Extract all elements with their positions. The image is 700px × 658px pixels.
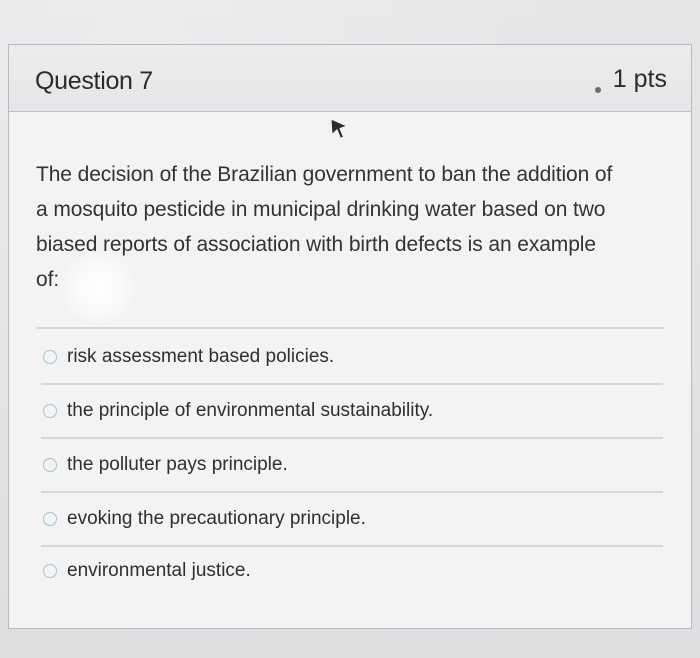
question-text-line: The decision of the Brazilian government… [36, 163, 613, 186]
answer-divider [41, 383, 663, 385]
answers-top-divider [36, 327, 664, 329]
answer-option[interactable]: the principle of environmental sustainab… [43, 396, 433, 426]
radio-button-icon[interactable] [43, 350, 57, 364]
dot-icon [595, 87, 601, 93]
answer-option-label[interactable]: evoking the precautionary principle. [67, 508, 366, 530]
screen-glare [59, 253, 139, 323]
answer-divider [41, 437, 663, 439]
question-points: 1 pts [612, 65, 667, 93]
radio-button-icon[interactable] [43, 512, 57, 526]
mouse-cursor-icon [330, 118, 349, 139]
answer-option-label[interactable]: the polluter pays principle. [67, 454, 288, 476]
answer-option-label[interactable]: risk assessment based policies. [67, 346, 334, 368]
question-header: Question 7 1 pts [9, 45, 691, 112]
answer-option-label[interactable]: the principle of environmental sustainab… [67, 400, 433, 422]
answer-divider [41, 545, 663, 547]
question-title: Question 7 [35, 67, 153, 95]
answer-option[interactable]: the polluter pays principle. [43, 450, 288, 480]
answer-option[interactable]: risk assessment based policies. [43, 342, 334, 372]
question-card: Question 7 1 pts The decision of the Bra… [8, 44, 692, 629]
answer-option[interactable]: evoking the precautionary principle. [43, 504, 366, 534]
answer-divider [41, 491, 663, 493]
radio-button-icon[interactable] [43, 564, 57, 578]
answer-option-label[interactable]: environmental justice. [67, 560, 251, 582]
radio-button-icon[interactable] [43, 458, 57, 472]
answer-option[interactable]: environmental justice. [43, 556, 251, 586]
question-text-line: biased reports of association with birth… [36, 233, 596, 256]
question-text-line: a mosquito pesticide in municipal drinki… [36, 198, 606, 221]
radio-button-icon[interactable] [43, 404, 57, 418]
